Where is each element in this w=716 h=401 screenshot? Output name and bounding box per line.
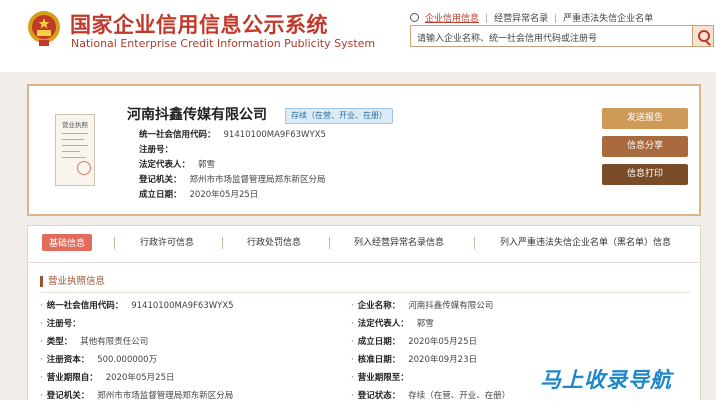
company-card: 营业执照 河南抖鑫传媒有限公司 存续（在营、开业、在册） 统一社会信用代码： 91…	[27, 84, 701, 216]
detail-row-approved: · 核准日期： 2020年09月23日	[351, 355, 477, 365]
search-icon	[410, 13, 419, 22]
detail-row-reg-status: · 登记状态： 存续（在营、开业、在册）	[351, 391, 511, 401]
share-info-button[interactable]: 信息分享	[602, 136, 688, 157]
search-tab-enterprise[interactable]: 企业信用信息	[425, 14, 479, 24]
info-tabs: 基础信息 行政许可信息 行政处罚信息 列入经营异常名录信息 列入严重违法失信企业…	[28, 226, 700, 263]
info-reg-number: 注册号：	[139, 145, 174, 155]
info-founded: 成立日期： 2020年05月25日	[139, 190, 259, 200]
company-name: 河南抖鑫传媒有限公司	[127, 107, 267, 123]
search-input[interactable]	[411, 30, 693, 48]
detail-row-reg-number: · 注册号：	[40, 319, 81, 329]
tab-admin-penalty[interactable]: 行政处罚信息	[247, 235, 301, 248]
national-emblem-icon	[28, 11, 60, 46]
detail-row-credit-code: · 统一社会信用代码： 91410100MA9F63WYX5	[40, 301, 234, 311]
seal-icon	[77, 161, 91, 175]
info-authority: 登记机关： 郑州市市场监督管理局郑东新区分局	[139, 175, 326, 185]
license-image-label: 营业执照	[62, 121, 88, 129]
detail-row-term-end: · 营业期限至：	[351, 373, 409, 383]
section-divider	[40, 292, 690, 293]
search-box	[410, 25, 694, 48]
detail-row-legal-rep: · 法定代表人： 郭雪	[351, 319, 434, 329]
site-header: 国家企业信用信息公示系统 National Enterprise Credit …	[0, 0, 716, 72]
site-subtitle: National Enterprise Credit Information P…	[71, 37, 376, 50]
section-title: 营业执照信息	[40, 276, 105, 287]
tab-abnormal-list[interactable]: 列入经营异常名录信息	[354, 235, 444, 248]
search-button[interactable]	[692, 25, 714, 47]
send-report-button[interactable]: 发送报告	[602, 108, 688, 129]
info-legal-rep: 法定代表人： 郭雪	[139, 160, 216, 170]
status-badge: 存续（在营、开业、在册）	[285, 108, 393, 124]
tab-admin-license[interactable]: 行政许可信息	[140, 235, 194, 248]
detail-row-capital: · 注册资本： 500.000000万	[40, 355, 158, 365]
info-credit-code: 统一社会信用代码： 91410100MA9F63WYX5	[139, 130, 326, 140]
search-tab-blacklist[interactable]: 严重违法失信企业名单	[563, 14, 653, 24]
magnifier-icon	[698, 30, 710, 42]
search-type-tabs: 企业信用信息 | 经营异常名录 | 严重违法失信企业名单	[410, 11, 659, 24]
print-info-button[interactable]: 信息打印	[602, 164, 688, 185]
site-title: 国家企业信用信息公示系统	[70, 13, 328, 37]
detail-row-term-start: · 营业期限自： 2020年05月25日	[40, 373, 175, 383]
tab-blacklist[interactable]: 列入严重违法失信企业名单（黑名单）信息	[500, 235, 671, 248]
business-license-image[interactable]: 营业执照	[55, 114, 95, 186]
search-tab-abnormal[interactable]: 经营异常名录	[494, 14, 548, 24]
detail-row-company-name: · 企业名称： 河南抖鑫传媒有限公司	[351, 301, 494, 311]
detail-row-founded: · 成立日期： 2020年05月25日	[351, 337, 477, 347]
detail-row-authority: · 登记机关： 郑州市市场监督管理局郑东新区分局	[40, 391, 234, 401]
tab-basic-info[interactable]: 基础信息	[42, 234, 93, 251]
watermark-logo: 马上收录导航	[540, 368, 672, 392]
detail-row-type: · 类型： 其他有限责任公司	[40, 337, 149, 347]
